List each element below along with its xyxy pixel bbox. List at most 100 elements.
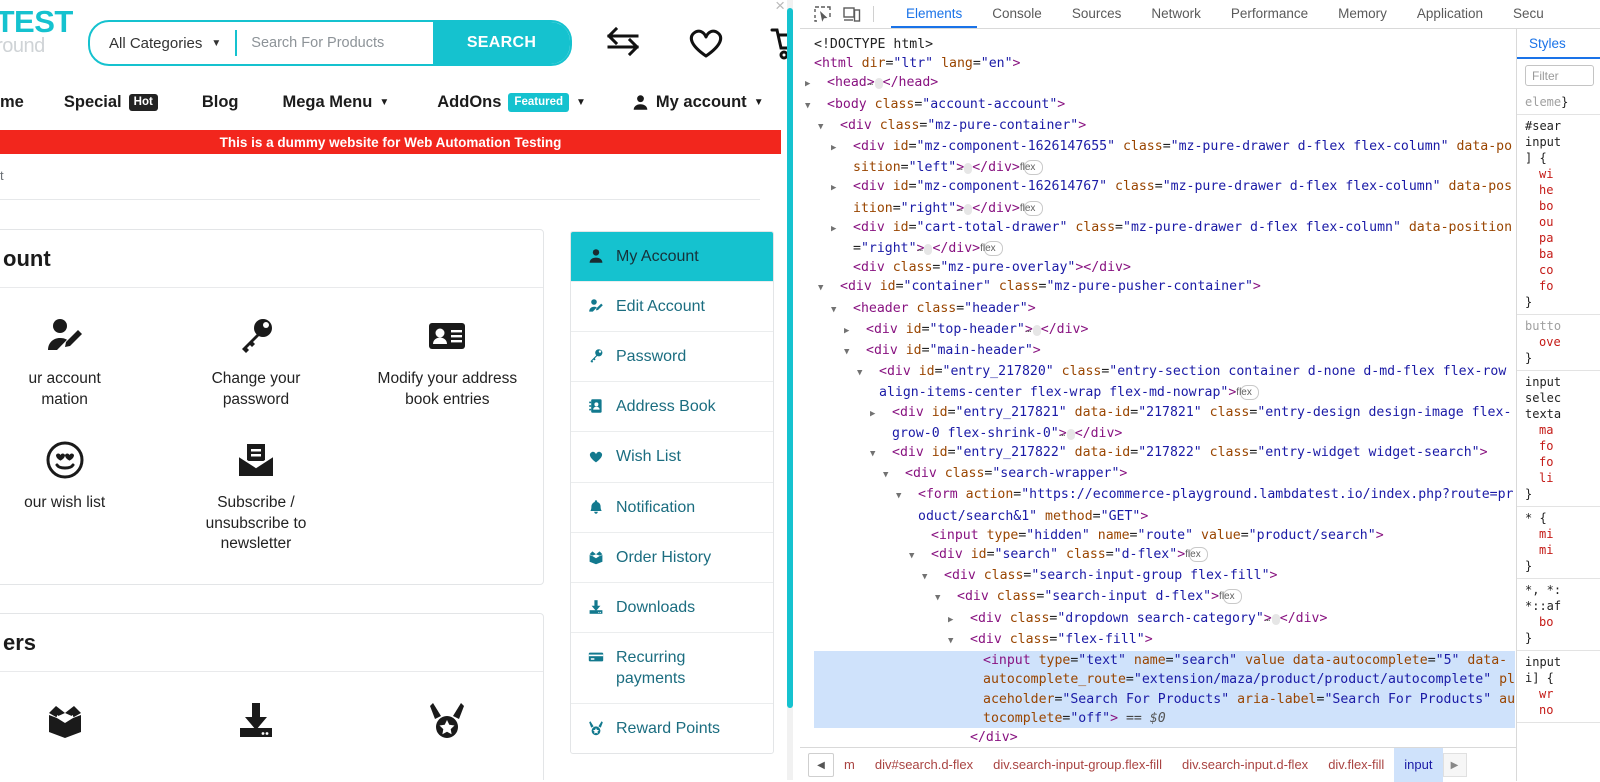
dom-tree[interactable]: <!DOCTYPE html> <html dir="ltr" lang="en"… — [800, 29, 1515, 747]
style-rule[interactable]: * {mi mi} — [1517, 507, 1600, 579]
nav-item-special[interactable]: Special Hot — [64, 93, 158, 112]
devtools-tab-application[interactable]: Application — [1402, 0, 1498, 28]
search-button[interactable]: SEARCH — [433, 22, 570, 64]
account-menu-item-password[interactable]: Password — [571, 332, 773, 383]
style-rule[interactable]: #sear input ] {wi he bo ou pa ba co fo} — [1517, 115, 1600, 315]
dom-node-line[interactable]: ▶ <div id="mz-component-1626147655" class… — [814, 137, 1515, 177]
breadcrumb-next-button[interactable]: ▶ — [1442, 753, 1467, 777]
dom-breadcrumb-item[interactable]: div.search-input-group.flex-fill — [983, 748, 1172, 782]
disclosure-triangle-icon[interactable]: ▶ — [844, 322, 866, 341]
devtools-tab-secu[interactable]: Secu — [1498, 0, 1559, 28]
style-property[interactable]: bo — [1525, 198, 1600, 214]
flex-badge[interactable]: flex — [1185, 547, 1209, 563]
style-property[interactable]: fo — [1525, 454, 1600, 470]
style-property[interactable]: wr — [1525, 686, 1600, 702]
disclosure-triangle-icon[interactable]: ▼ — [922, 568, 944, 587]
dom-node-line[interactable]: ▶<div class="dropdown search-category">…… — [814, 609, 1515, 630]
dom-node-line[interactable]: ▼ <div class="search-input-group flex-fil… — [814, 566, 1515, 587]
expand-ellipsis-icon[interactable]: … — [1265, 613, 1280, 625]
disclosure-triangle-icon[interactable]: ▼ — [818, 279, 840, 298]
tab-styles[interactable]: Styles — [1529, 36, 1566, 51]
flex-badge[interactable]: flex — [1236, 385, 1260, 401]
dom-breadcrumb-item[interactable]: m — [834, 748, 865, 782]
account-tile[interactable]: Change your password — [160, 312, 351, 410]
nav-item-my-account[interactable]: My account ▼ — [632, 93, 764, 112]
disclosure-triangle-icon[interactable]: ▼ — [831, 301, 853, 320]
dom-node-line[interactable]: ▼ <div id="container" class="mz-pure-push… — [814, 277, 1515, 298]
dom-node-line[interactable]: ▶ <div id="cart-total-drawer" class="mz-p… — [814, 218, 1515, 258]
disclosure-triangle-icon[interactable]: ▼ — [818, 118, 840, 137]
devtools-tab-performance[interactable]: Performance — [1216, 0, 1323, 28]
style-rule[interactable]: *, *: *::af bo} — [1517, 579, 1600, 651]
account-tile[interactable]: our wish list — [0, 436, 160, 555]
dom-node-line[interactable]: </div> — [814, 728, 1515, 747]
devtools-tab-network[interactable]: Network — [1136, 0, 1216, 28]
inspect-element-icon[interactable] — [814, 5, 831, 23]
account-tile[interactable] — [352, 696, 543, 740]
expand-ellipsis-icon[interactable]: … — [1026, 324, 1041, 336]
style-rule[interactable]: butto ove} — [1517, 315, 1600, 371]
style-property[interactable]: he — [1525, 182, 1600, 198]
flex-badge[interactable]: flex — [1020, 200, 1043, 216]
dom-node-line[interactable]: <input type="text" name="search" value d… — [814, 651, 1515, 728]
dom-node-line[interactable]: ▼ <div class="search-input d-flex">flex — [814, 587, 1515, 608]
account-menu-item-recurring-payments[interactable]: Recurring payments — [571, 633, 773, 705]
disclosure-triangle-icon[interactable]: ▶ — [831, 179, 853, 198]
dom-node-line[interactable]: ▶ <div id="entry_217821" data-id="217821"… — [814, 403, 1515, 443]
dom-node-line[interactable]: ▼ <div id="entry_217820" class="entry-sec… — [814, 362, 1515, 402]
style-rule[interactable]: input selec texta ma fo fo li} — [1517, 371, 1600, 507]
dom-node-line[interactable]: ▼ <div class="mz-pure-container"> — [814, 116, 1515, 137]
dom-node-line[interactable]: <html dir="ltr" lang="en"> — [814, 54, 1515, 73]
account-tile[interactable]: Subscribe / unsubscribe to newsletter — [160, 436, 351, 555]
flex-badge[interactable]: flex — [1020, 160, 1043, 176]
dom-breadcrumb-item[interactable]: div.search-input.d-flex — [1172, 748, 1318, 782]
style-property[interactable]: pa — [1525, 230, 1600, 246]
disclosure-triangle-icon[interactable]: ▼ — [909, 547, 931, 566]
account-menu-item-notification[interactable]: Notification — [571, 483, 773, 533]
style-property[interactable]: mi — [1525, 542, 1600, 558]
heart-icon[interactable] — [683, 18, 729, 64]
compare-icon[interactable] — [600, 18, 646, 64]
flex-badge[interactable]: flex — [1219, 589, 1243, 605]
account-tile[interactable] — [0, 696, 160, 740]
style-property[interactable]: ma — [1525, 422, 1600, 438]
dom-node-line[interactable]: <!DOCTYPE html> — [814, 35, 1515, 54]
account-menu-item-order-history[interactable]: Order History — [571, 533, 773, 583]
account-menu-item-reward-points[interactable]: Reward Points — [571, 704, 773, 753]
nav-item-mega-menu[interactable]: Mega Menu ▼ — [283, 93, 390, 112]
dom-node-line[interactable]: ▼ <form action="https://ecommerce-playgro… — [814, 485, 1515, 525]
account-tile[interactable]: Modify your address book entries — [352, 312, 543, 410]
expand-ellipsis-icon[interactable]: … — [868, 78, 883, 90]
disclosure-triangle-icon[interactable]: ▶ — [831, 220, 853, 239]
dom-node-line[interactable]: ▶ <head>… </head> — [805, 73, 1515, 94]
account-menu-item-my-account[interactable]: My Account — [571, 232, 773, 283]
page-scrollbar-thumb[interactable] — [787, 8, 793, 708]
dom-breadcrumb-item[interactable]: div.flex-fill — [1318, 748, 1394, 782]
style-property[interactable]: li — [1525, 470, 1600, 486]
style-property[interactable]: wi — [1525, 166, 1600, 182]
disclosure-triangle-icon[interactable]: ▼ — [805, 97, 827, 116]
disclosure-triangle-icon[interactable]: ▶ — [831, 139, 853, 158]
style-rule[interactable]: eleme} — [1517, 91, 1600, 115]
disclosure-triangle-icon[interactable]: ▼ — [935, 589, 957, 608]
disclosure-triangle-icon[interactable]: ▼ — [857, 364, 879, 383]
nav-item-blog[interactable]: Blog — [202, 93, 239, 112]
disclosure-triangle-icon[interactable]: ▼ — [896, 487, 918, 506]
dom-node-line[interactable]: ▼ <div class="flex-fill"> — [814, 630, 1515, 651]
disclosure-triangle-icon[interactable]: ▼ — [844, 343, 866, 362]
breadcrumb-prev-button[interactable]: ◀ — [808, 753, 834, 777]
nav-item-me[interactable]: me — [0, 93, 24, 112]
style-property[interactable]: co — [1525, 262, 1600, 278]
styles-filter-input[interactable]: Filter — [1525, 65, 1594, 86]
disclosure-triangle-icon[interactable]: ▶ — [948, 611, 970, 630]
expand-ellipsis-icon[interactable]: … — [957, 163, 973, 175]
disclosure-triangle-icon[interactable]: ▼ — [870, 445, 892, 464]
account-menu-item-edit-account[interactable]: Edit Account — [571, 282, 773, 333]
expand-ellipsis-icon[interactable]: … — [1060, 428, 1075, 440]
style-property[interactable]: ou — [1525, 214, 1600, 230]
account-tile[interactable]: ur account mation — [0, 312, 160, 410]
disclosure-triangle-icon[interactable]: ▼ — [948, 632, 970, 651]
dom-node-line[interactable]: ▼ <div id="search" class="d-flex">flex — [814, 545, 1515, 566]
style-property[interactable]: bo — [1525, 614, 1600, 630]
search-input[interactable]: Search For Products — [237, 22, 433, 64]
